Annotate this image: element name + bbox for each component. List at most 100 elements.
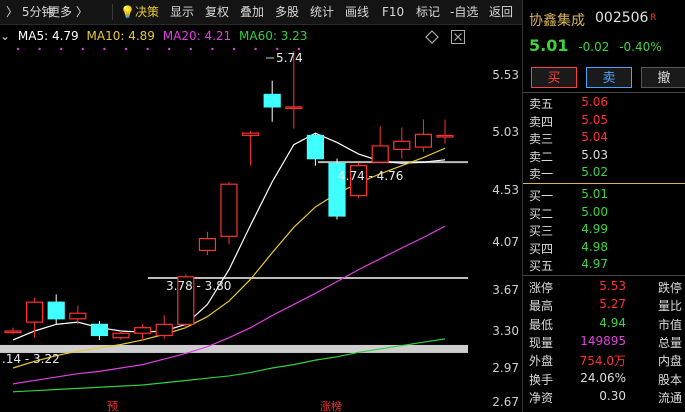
price-annotation: 5.74: [276, 51, 303, 65]
stat-row: 净资 0.30 流通: [523, 389, 685, 406]
toolbar-remove-watchlist[interactable]: -自选: [446, 0, 482, 24]
stat-label-secondary: 股本: [657, 372, 682, 387]
orderbook-row[interactable]: 买二 5.00: [523, 205, 685, 222]
y-axis-tick-label: 5.53: [492, 68, 519, 82]
orderbook-row[interactable]: 买四 4.98: [523, 240, 685, 257]
candle-body: [112, 332, 130, 339]
stat-row: 最低 4.94 市值: [523, 316, 685, 333]
collapse-icon[interactable]: ⌄: [0, 29, 10, 43]
orderbook-level-label: 买四: [529, 241, 554, 256]
cancel-order-button[interactable]: 撤: [641, 67, 685, 88]
toolbar-statistics[interactable]: 统计: [306, 0, 338, 24]
y-axis-tick-label: 4.07: [492, 235, 519, 249]
orderbook-row[interactable]: 卖四 5.05: [523, 113, 685, 130]
more-periods-button[interactable]: 更多 〉: [44, 0, 92, 24]
ma-legend: ⌄ MA5: 4.79 MA10: 4.89 MA20: 4.21 MA60: …: [0, 29, 311, 45]
settings-diamond-icon[interactable]: [424, 29, 440, 45]
candle-body: [242, 132, 260, 137]
toolbar-divider: [112, 4, 113, 20]
close-icon[interactable]: [450, 29, 466, 45]
candlestick-chart[interactable]: 5.53 5.03 4.53 4.07 3.67 3.30 2.97 2.67 5.74 4.74…: [0, 24, 522, 412]
orderbook-row[interactable]: 买五 4.97: [523, 257, 685, 274]
stat-value: 4.94: [599, 315, 626, 330]
candle-body: [134, 327, 152, 334]
stat-label-secondary: 总量: [657, 335, 682, 350]
decision-label: 决策: [134, 5, 159, 19]
y-axis-tick-label: 2.97: [492, 361, 519, 375]
candle-body: [69, 312, 87, 320]
y-axis-tick-label: 4.53: [492, 183, 519, 197]
price-change: -0.02: [578, 40, 610, 54]
candle-body: [198, 238, 216, 251]
ma-line-ma20: [12, 225, 446, 385]
stat-row: 现量 149895 总量: [523, 334, 685, 351]
toolbar-draw-line[interactable]: 画线: [341, 0, 373, 24]
y-axis-tick-label: 5.03: [492, 125, 519, 139]
event-marker: 预: [107, 400, 118, 412]
stat-label: 最低: [529, 317, 554, 332]
stat-label: 现量: [529, 335, 554, 350]
toolbar-back[interactable]: 返回: [485, 0, 517, 24]
top-marker-dot: [60, 47, 63, 51]
orderbook-row[interactable]: 卖一 5.02: [523, 165, 685, 182]
orderbook-price: 5.01: [581, 187, 608, 201]
top-marker-dot: [211, 47, 214, 51]
toolbar-multi-stock[interactable]: 多股: [271, 0, 303, 24]
stat-value: 0.30: [599, 388, 626, 403]
candle-body: [393, 140, 411, 150]
stat-value: 24.06%: [580, 370, 626, 385]
toolbar-display[interactable]: 显示: [166, 0, 198, 24]
toolbar-adjust[interactable]: 复权: [201, 0, 233, 24]
orderbook-row[interactable]: 卖五 5.06: [523, 95, 685, 112]
top-marker-dot: [16, 47, 20, 51]
stat-row: 最高 5.27 量比: [523, 297, 685, 314]
candle-body: [155, 323, 173, 337]
candle-body: [4, 330, 22, 334]
orderbook-level-label: 买二: [529, 206, 554, 221]
stat-row: 涨停 5.53 跌停: [523, 279, 685, 296]
top-marker-dot: [232, 47, 236, 51]
price-row: 5.01 -0.02 -0.40%: [529, 36, 662, 55]
ma5-value: MA5: 4.79: [17, 29, 79, 43]
buy-button[interactable]: 买: [531, 67, 577, 88]
orderbook-price: 5.06: [581, 95, 608, 109]
divider: [523, 92, 685, 93]
orderbook-row[interactable]: 买一 5.01: [523, 187, 685, 204]
sell-button[interactable]: 卖: [586, 67, 632, 88]
orderbook-price: 5.02: [581, 165, 608, 179]
toolbar-mark[interactable]: 标记: [412, 0, 444, 24]
candle-body: [285, 106, 303, 110]
price-annotation: 3.78 - 3.80: [166, 279, 231, 293]
toolbar-overlay[interactable]: 叠加: [236, 0, 268, 24]
decision-button[interactable]: 💡决策: [116, 0, 163, 24]
top-marker-dot: [276, 47, 279, 51]
orderbook-level-label: 买一: [529, 189, 554, 203]
candle-body: [263, 93, 281, 108]
candle-body: [90, 323, 109, 337]
orderbook-level-label: 卖三: [529, 132, 554, 146]
stat-value: 754.0万: [579, 354, 626, 369]
stat-value: 5.27: [599, 297, 626, 312]
stat-label-secondary: 流通: [657, 390, 682, 405]
margin-flag-badge: R: [650, 13, 657, 23]
stat-value: 5.53: [599, 279, 626, 293]
orderbook-level-label: 买五: [529, 259, 554, 273]
price-annotation: .14 - 3.22: [2, 352, 60, 366]
orderbook-level-label: 买三: [529, 224, 554, 238]
top-marker-dot: [168, 47, 171, 51]
top-marker-dot: [38, 47, 41, 51]
orderbook-level-label: 卖四: [529, 114, 554, 129]
price-change-percent: -0.40%: [619, 40, 662, 54]
orderbook-row[interactable]: 买三 4.99: [523, 222, 685, 239]
stat-label: 涨停: [529, 281, 554, 295]
orderbook-row[interactable]: 卖三 5.04: [523, 130, 685, 147]
stock-name: 协鑫集成: [529, 13, 585, 29]
toolbar-f10[interactable]: F10: [378, 0, 408, 24]
candle-body: [220, 183, 238, 237]
stat-label-secondary: 量比: [657, 299, 682, 314]
ma20-value: MA20: 4.21: [162, 29, 232, 43]
orderbook-row[interactable]: 卖二 5.03: [523, 148, 685, 165]
chart-toolbar: 〉 5分钟 更多 〉 💡决策 显示 复权 叠加 多股 统计 画线 F10 标记 …: [0, 0, 522, 25]
ma60-value: MA60: 3.23: [239, 29, 308, 43]
top-marker-dot: [146, 47, 149, 51]
